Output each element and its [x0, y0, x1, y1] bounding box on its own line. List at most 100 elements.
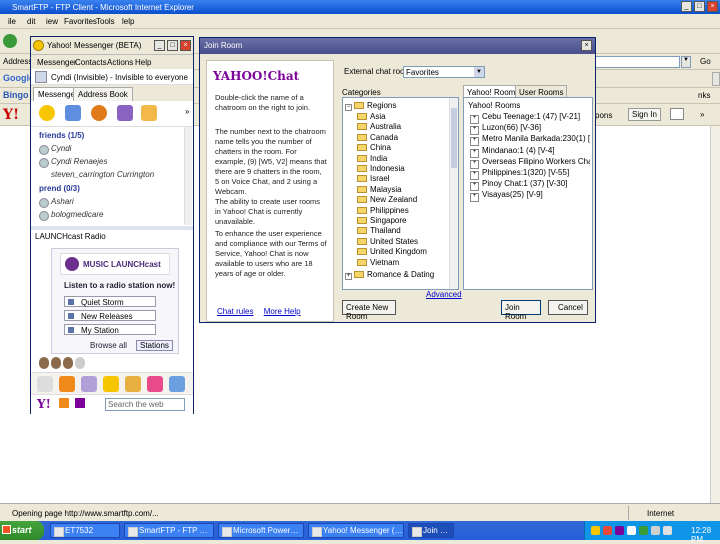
- contact-item[interactable]: Ashari: [39, 197, 74, 208]
- room-item[interactable]: Philippines:1(320) [V-55]: [470, 168, 590, 180]
- expand-icon[interactable]: +: [345, 273, 352, 280]
- menu-help[interactable]: lelp: [122, 17, 134, 26]
- ym-minimize-button[interactable]: _: [154, 40, 165, 51]
- tree-node[interactable]: Singapore: [357, 216, 406, 225]
- contact-list-scrollbar[interactable]: [184, 127, 192, 225]
- app-icon[interactable]: [169, 376, 185, 392]
- mail-icon[interactable]: [670, 108, 684, 120]
- station-button[interactable]: New Releases: [64, 310, 156, 321]
- collapse-icon[interactable]: −: [345, 104, 352, 111]
- ym-maximize-button[interactable]: □: [167, 40, 178, 51]
- tree-node[interactable]: Canada: [357, 133, 398, 142]
- start-button[interactable]: start: [0, 521, 44, 540]
- maximize-button[interactable]: □: [694, 1, 705, 12]
- menu-edit[interactable]: dit: [27, 17, 35, 26]
- app-icon[interactable]: [125, 376, 141, 392]
- chevron-right-icon[interactable]: »: [700, 110, 704, 119]
- sign-in-button[interactable]: Sign In: [628, 108, 661, 121]
- tab-address-book[interactable]: Address Book: [73, 87, 133, 101]
- tree-scrollbar[interactable]: [449, 98, 458, 289]
- room-item[interactable]: Cebu Teenage:1 (47) [V-21]: [470, 112, 590, 124]
- address-dropdown-icon[interactable]: ▼: [681, 56, 691, 68]
- tray-icon[interactable]: [639, 526, 648, 535]
- ym-menu-messenger[interactable]: Messenger: [37, 58, 77, 67]
- taskbar-item[interactable]: SmartFTP - FTP Client - ...: [124, 523, 214, 538]
- tree-node[interactable]: Philippines: [357, 206, 409, 215]
- taskbar-item[interactable]: Microsoft PowerPoint - [...: [218, 523, 304, 538]
- search-input[interactable]: Search the web: [105, 398, 185, 411]
- address-input[interactable]: [590, 56, 680, 68]
- room-item[interactable]: Luzon(66) [V-36]: [470, 123, 590, 135]
- stations-dropdown[interactable]: Stations: [136, 340, 173, 351]
- tray-icon[interactable]: [615, 526, 624, 535]
- taskbar-item[interactable]: ET7532: [50, 523, 120, 538]
- tree-node-regions[interactable]: − Regions: [345, 101, 396, 111]
- taskbar-item[interactable]: Yahoo! Messenger (BETA): [308, 523, 404, 538]
- app-icon[interactable]: [81, 376, 97, 392]
- more-help-link[interactable]: More Help: [264, 307, 301, 316]
- toolbar-button-coupons[interactable]: pons: [595, 111, 612, 120]
- ym-close-button[interactable]: ×: [180, 40, 191, 51]
- menu-favorites[interactable]: Favorites: [64, 17, 97, 26]
- tree-node[interactable]: Malaysia: [357, 185, 402, 194]
- contact-item[interactable]: bologmedicare: [38, 210, 103, 221]
- bingo-logo[interactable]: Bingo: [3, 90, 29, 100]
- room-item[interactable]: Pinoy Chat:1 (37) [V-30]: [470, 179, 590, 191]
- contact-item[interactable]: Cyndi Renaejes: [38, 157, 107, 168]
- chat-rules-link[interactable]: Chat rules: [217, 307, 253, 316]
- photo-share-icon[interactable]: [65, 105, 81, 121]
- minimize-button[interactable]: _: [681, 1, 692, 12]
- tree-node[interactable]: Israel: [357, 174, 390, 183]
- contact-item[interactable]: Cyndi: [38, 144, 71, 155]
- more-icons-chevron-icon[interactable]: »: [185, 107, 189, 116]
- toolbar-scroll[interactable]: [712, 72, 720, 86]
- station-button[interactable]: Quiet Storm: [64, 296, 156, 307]
- ym-menu-contacts[interactable]: Contacts: [75, 58, 107, 67]
- status-icon[interactable]: [51, 357, 61, 369]
- chevron-down-icon[interactable]: ▼: [474, 67, 484, 77]
- station-button[interactable]: My Station: [64, 324, 156, 335]
- join-room-button[interactable]: Join Room: [501, 300, 541, 321]
- tree-node[interactable]: United Kingdom: [357, 247, 427, 256]
- status-icon[interactable]: [75, 357, 85, 369]
- tray-icon[interactable]: [603, 526, 612, 535]
- room-item[interactable]: Metro Manila Barkada:230(1) [V-16]: [470, 134, 590, 146]
- yahoo-logo[interactable]: Y!: [37, 397, 51, 411]
- links-label[interactable]: nks: [698, 91, 710, 100]
- tree-node[interactable]: India: [357, 154, 387, 163]
- status-icon[interactable]: [63, 357, 73, 369]
- ym-status-line[interactable]: Cyndi (Invisible) - Invisible to everyon…: [31, 69, 193, 85]
- create-new-room-button[interactable]: Create New Room: [342, 300, 396, 321]
- contact-group[interactable]: friends (1/5): [39, 131, 84, 140]
- tree-node[interactable]: Thailand: [357, 226, 401, 235]
- ie-vertical-scrollbar[interactable]: [710, 126, 720, 503]
- close-button[interactable]: ×: [707, 1, 718, 12]
- tree-node-romance[interactable]: + Romance & Dating: [345, 270, 434, 280]
- external-rooms-select[interactable]: Favorites ▼: [403, 66, 485, 78]
- cancel-button[interactable]: Cancel: [548, 300, 588, 315]
- tree-node[interactable]: China: [357, 143, 391, 152]
- avatar[interactable]: [35, 71, 47, 83]
- app-icon[interactable]: [103, 376, 119, 392]
- tree-node[interactable]: Indonesia: [357, 164, 405, 173]
- scroll-thumb[interactable]: [451, 108, 457, 168]
- room-item[interactable]: Overseas Filipino Workers Chat(10)7) [V: [470, 157, 590, 169]
- tree-node[interactable]: Vietnam: [357, 258, 399, 267]
- advanced-link[interactable]: Advanced: [426, 290, 462, 299]
- tree-node[interactable]: United States: [357, 237, 418, 246]
- games-icon[interactable]: [91, 105, 107, 121]
- tree-node[interactable]: New Zealand: [357, 195, 417, 204]
- jr-close-button[interactable]: ×: [581, 40, 592, 51]
- back-icon[interactable]: [3, 34, 17, 48]
- search-icon[interactable]: [75, 398, 85, 408]
- ym-menu-actions[interactable]: Actions: [107, 58, 133, 67]
- smiley-icon[interactable]: [39, 105, 55, 121]
- menu-tools[interactable]: Tools: [96, 17, 115, 26]
- contact-item[interactable]: steven_carrington Currington: [51, 170, 181, 179]
- menu-file[interactable]: ile: [8, 17, 16, 26]
- tray-icon[interactable]: [627, 526, 636, 535]
- go-button[interactable]: Go: [700, 57, 711, 66]
- app-icon[interactable]: [37, 376, 53, 392]
- tray-icon[interactable]: [591, 526, 600, 535]
- mail-icon[interactable]: [59, 398, 69, 408]
